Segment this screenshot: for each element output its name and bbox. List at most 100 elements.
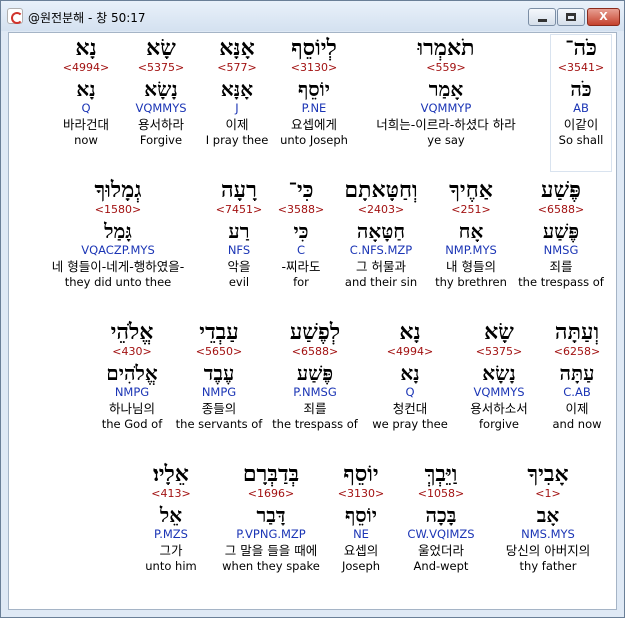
morph-code: AB	[573, 101, 589, 115]
strong-number[interactable]: <5650>	[173, 345, 265, 359]
lemma: אָב	[536, 503, 560, 527]
hebrew-word: בְּדַבְּרָם	[242, 461, 300, 487]
strong-number[interactable]: <1580>	[33, 203, 203, 217]
english-gloss: Joseph	[341, 559, 381, 573]
english-gloss: when they spake	[222, 559, 320, 573]
minimize-button[interactable]	[528, 8, 556, 26]
word-card[interactable]: אָבִיךָ <1> אָב NMS.MYS 당신의 아버지의 thy fat…	[489, 461, 607, 573]
word-card[interactable]: בְּדַבְּרָם <1696> דָּבַר P.VPNG.MZP 그 말…	[209, 461, 333, 573]
word-card[interactable]: אַחֶיךָ <251> אָח NMP.MYS 내 형들의 thy bret…	[429, 177, 513, 289]
strong-number[interactable]: <3541>	[551, 61, 611, 75]
korean-gloss: 당신의 아버지의	[505, 543, 591, 558]
interlinear-panel[interactable]: כֹּה־ <3541> כֹּה AB 이같이 So shall תֹאמְר…	[8, 32, 617, 610]
word-card[interactable]: אֵלָיו׃ <413> אֵל P.MZS 그가 unto him	[135, 461, 207, 573]
word-card[interactable]: יוֹסֵף <3130> יוֹסֵף NE 요셉의 Joseph	[331, 461, 391, 573]
hebrew-word: וַיֵּבְךְּ	[424, 461, 458, 487]
lemma: נָא	[400, 361, 420, 385]
word-card[interactable]: כִּי־ <3588> כִּי C -찌라도 for	[269, 177, 333, 289]
strong-number[interactable]: <559>	[349, 61, 543, 75]
strong-number[interactable]: <6258>	[543, 345, 611, 359]
strong-number[interactable]: <3130>	[331, 487, 391, 501]
hebrew-word: וְחַטָּאתָם	[344, 177, 418, 203]
word-card[interactable]: אָנָּא <577> אָנָּא J 이제 I pray thee	[197, 35, 277, 147]
word-card[interactable]: וְעַתָּה <6258> עַתָּה C.AB 이제 and now	[543, 319, 611, 431]
lemma: רַע	[228, 219, 250, 243]
word-card[interactable]: פֶּשַׁע <6588> פֶּשַׁע NMSG 죄를 the tresp…	[513, 177, 609, 289]
morph-code: Q	[405, 385, 415, 399]
english-gloss: unto Joseph	[280, 133, 348, 147]
morph-code: P.MZS	[154, 527, 188, 541]
lemma: אֵל	[159, 503, 183, 527]
hebrew-word: אַחֶיךָ	[449, 177, 493, 203]
strong-number[interactable]: <3588>	[269, 203, 333, 217]
lemma: יוֹסֵף	[344, 503, 378, 527]
korean-gloss: 죄를	[549, 259, 573, 274]
hebrew-word: רָעָה	[221, 177, 257, 203]
hebrew-word: נָא	[75, 35, 97, 61]
word-card[interactable]: נָא <4994> נָא Q 청컨대 we pray thee	[367, 319, 453, 431]
lemma: דָּבַר	[256, 503, 286, 527]
word-card[interactable]: שָׂא <5375> נָשָׂא VQMMYS 용서하라 Forgive	[123, 35, 199, 147]
word-card[interactable]: כֹּה־ <3541> כֹּה AB 이같이 So shall	[551, 35, 611, 171]
strong-number[interactable]: <430>	[95, 345, 169, 359]
hebrew-word: פֶּשַׁע	[541, 177, 581, 203]
strong-number[interactable]: <4994>	[51, 61, 121, 75]
strong-number[interactable]: <413>	[135, 487, 207, 501]
strong-number[interactable]: <2403>	[335, 203, 427, 217]
strong-number[interactable]: <7451>	[207, 203, 271, 217]
strong-number[interactable]: <3130>	[271, 61, 357, 75]
morph-code: C	[296, 243, 306, 257]
strong-number[interactable]: <1696>	[209, 487, 333, 501]
strong-number[interactable]: <6588>	[513, 203, 609, 217]
strong-number[interactable]: <1>	[489, 487, 607, 501]
korean-gloss: 용서하라	[137, 117, 184, 132]
korean-gloss: 그 허물과	[356, 259, 406, 274]
word-card[interactable]: לְיוֹסֵף <3130> יוֹסֵף P.NE 요셉에게 unto Jo…	[271, 35, 357, 147]
app-icon[interactable]	[7, 8, 23, 24]
english-gloss: and their sin	[344, 275, 418, 289]
strong-number[interactable]: <5375>	[123, 61, 199, 75]
morph-code: C.AB	[563, 385, 591, 399]
korean-gloss: 내 형들의	[446, 259, 496, 274]
hebrew-word: אֱלֹהֵי	[110, 319, 154, 345]
word-card[interactable]: רָעָה <7451> רַע NFS 악을 evil	[207, 177, 271, 289]
strong-number[interactable]: <6588>	[265, 345, 365, 359]
english-gloss: they did unto thee	[64, 275, 172, 289]
word-card[interactable]: גְמָלוּךָ <1580> גָּמַל VQACZP.MYS 네 형들이…	[33, 177, 203, 289]
strong-number[interactable]: <1058>	[393, 487, 489, 501]
korean-gloss: 종들의	[201, 401, 237, 416]
morph-code: NMS.MYS	[521, 527, 575, 541]
word-card[interactable]: וְחַטָּאתָם <2403> חַטָּאָה C.NFS.MZP 그 …	[335, 177, 427, 289]
hebrew-word: לְיוֹסֵף	[291, 35, 337, 61]
morph-code: VQMMYP	[420, 101, 472, 115]
close-button[interactable]: X	[587, 8, 620, 26]
word-card[interactable]: לְפֶשַׁע <6588> פֶּשַׁע P.NMSG 죄를 the tr…	[265, 319, 365, 431]
korean-gloss: 바라건대	[62, 117, 109, 132]
morph-code: NFS	[227, 243, 251, 257]
title-bar[interactable]: @원전분해 - 창 50:17 X	[1, 1, 624, 31]
english-gloss: the God of	[101, 417, 163, 431]
lemma: עֶבֶד	[203, 361, 235, 385]
strong-number[interactable]: <5375>	[457, 345, 541, 359]
strong-number[interactable]: <4994>	[367, 345, 453, 359]
word-card[interactable]: אֱלֹהֵי <430> אֱלֹהִים NMPG 하나님의 the God…	[95, 319, 169, 431]
korean-gloss: 그 말을 들을 때에	[224, 543, 318, 558]
lemma: אָמַר	[428, 77, 464, 101]
hebrew-word: שָׂא	[146, 35, 176, 61]
word-card[interactable]: עַבְדֵי <5650> עֶבֶד NMPG 종들의 the servan…	[173, 319, 265, 431]
word-card[interactable]: נָא <4994> נָא Q 바라건대 now	[51, 35, 121, 147]
hebrew-word: יוֹסֵף	[343, 461, 379, 487]
strong-number[interactable]: <577>	[197, 61, 277, 75]
morph-code: NMP.MYS	[445, 243, 497, 257]
lemma: אָנָּא	[220, 77, 254, 101]
english-gloss: we pray thee	[372, 417, 448, 431]
word-card[interactable]: תֹאמְרוּ <559> אָמַר VQMMYP 너희는-이르라-하셨다 …	[349, 35, 543, 147]
english-gloss: and now	[552, 417, 602, 431]
word-card[interactable]: וַיֵּבְךְּ <1058> בָּכָה CW.VQIMZS 울었더라 …	[393, 461, 489, 573]
morph-code: VQMMYS	[473, 385, 525, 399]
korean-gloss: 요셉의	[343, 543, 379, 558]
word-card[interactable]: שָׂא <5375> נָשָׂא VQMMYS 용서하소서 forgive	[457, 319, 541, 431]
strong-number[interactable]: <251>	[429, 203, 513, 217]
lemma: יוֹסֵף	[297, 77, 331, 101]
maximize-button[interactable]	[557, 8, 585, 26]
